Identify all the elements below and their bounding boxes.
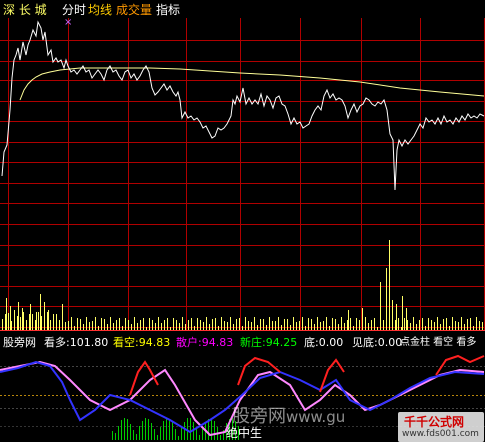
price-line — [1, 20, 485, 191]
indicator-label: 见底 — [352, 336, 374, 349]
indicator-value: 94.83 — [138, 336, 171, 349]
indicator-value: 0.00 — [318, 336, 344, 349]
corner-logo-url: www.fds001.com — [402, 429, 479, 439]
indicator-label: 底 — [304, 336, 315, 349]
corner-logo-title: 千千公式网 — [404, 415, 465, 429]
marker-label: 绝中生 — [226, 426, 263, 440]
indicator-label: 看多 — [44, 336, 66, 349]
indicator-field-bull: 看多:101.80 — [44, 336, 109, 349]
indicator-field-bear: 看空:94.83 — [113, 336, 171, 349]
indicator-label: 看空 — [113, 336, 135, 349]
line-bull — [237, 356, 281, 386]
indicator-value: 0.00 — [377, 336, 403, 349]
indicator-label: 新庄 — [240, 336, 262, 349]
indicator-field-see-bottom: 见底:0.00 — [352, 336, 403, 349]
indicator-field-bottom: 底:0.00 — [304, 336, 344, 349]
indicator-label: 散户 — [176, 336, 198, 349]
corner-logo: 千千公式网 www.fds001.com — [398, 412, 484, 442]
indicator-tail: 点金柱 看空 看多 — [400, 337, 477, 348]
indicator-field-retail: 散户:94.83 — [176, 336, 234, 349]
indicator-name: 股旁网 — [3, 336, 36, 349]
indicator-value: 94.83 — [201, 336, 234, 349]
marker-glyph: × — [64, 17, 73, 28]
volume-bars — [2, 240, 483, 330]
indicator-field-new-dealer: 新庄:94.25 — [240, 336, 298, 349]
grid — [0, 18, 485, 331]
indicator-value: 101.80 — [69, 336, 109, 349]
intraday-chart — [0, 18, 485, 440]
stock-chart-window: { "toolbar": { "exchange_label": "深 长 城"… — [0, 0, 485, 442]
indicator-value: 94.25 — [265, 336, 298, 349]
